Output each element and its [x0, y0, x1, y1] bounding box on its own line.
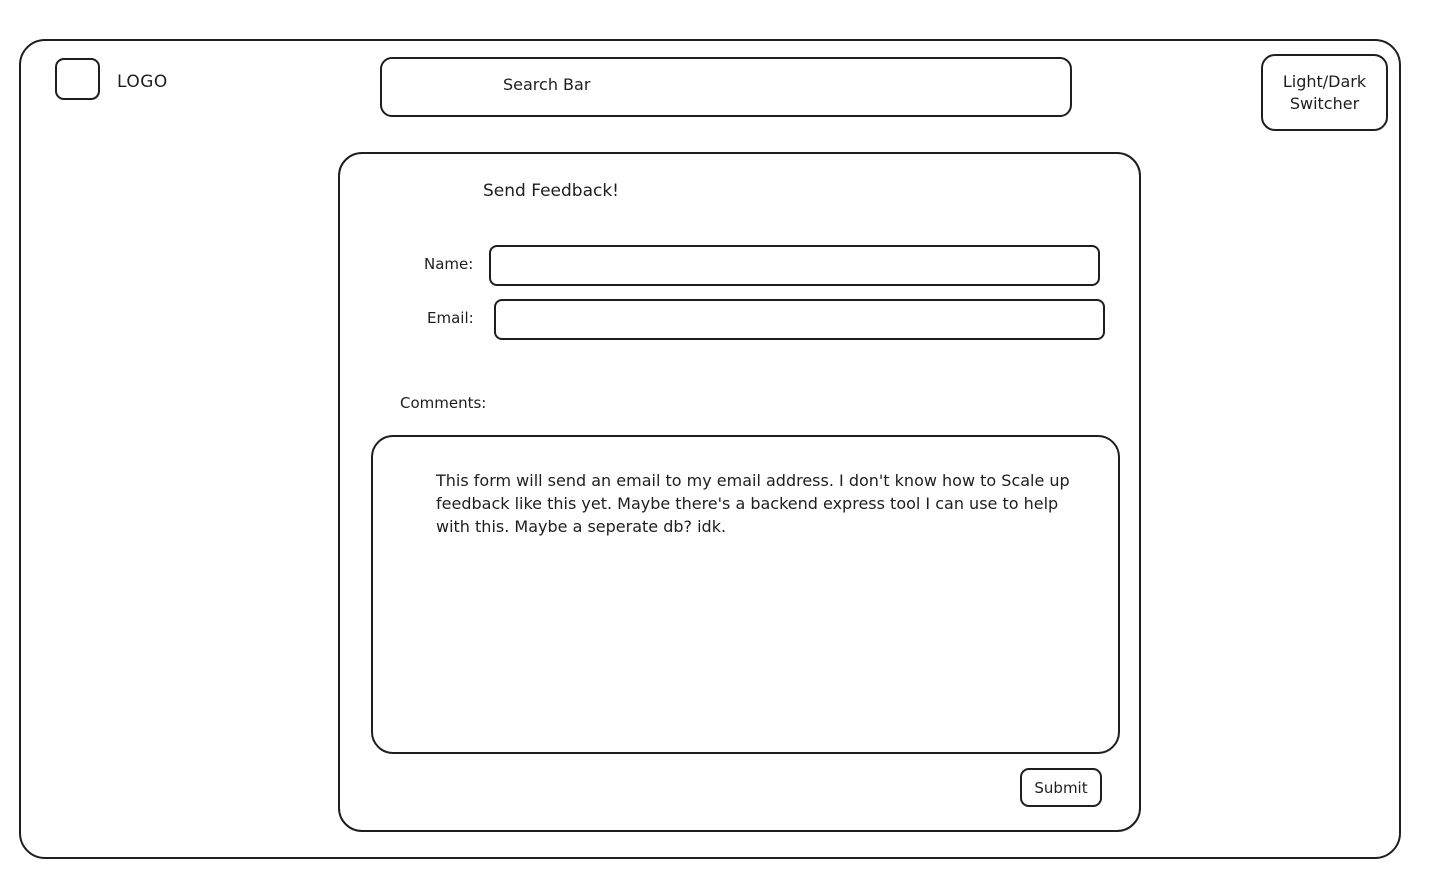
comments-textarea[interactable]: This form will send an email to my email…: [371, 435, 1120, 754]
email-label: Email:: [427, 309, 474, 327]
light-dark-switcher-button[interactable]: Light/Dark Switcher: [1261, 54, 1388, 131]
search-bar[interactable]: Search Bar: [380, 57, 1072, 117]
logo-icon[interactable]: [55, 58, 100, 100]
light-dark-switcher-line-2: Switcher: [1289, 93, 1360, 113]
form-title: Send Feedback!: [483, 181, 619, 201]
light-dark-switcher-line-1: Light/Dark: [1282, 71, 1367, 91]
name-label: Name:: [424, 255, 474, 273]
email-field[interactable]: [494, 299, 1105, 340]
logo-text: LOGO: [117, 72, 168, 92]
name-field[interactable]: [489, 245, 1100, 286]
comments-text: This form will send an email to my email…: [436, 471, 1070, 536]
search-bar-label: Search Bar: [503, 75, 591, 94]
submit-button[interactable]: Submit: [1020, 768, 1102, 807]
comments-label: Comments:: [400, 394, 487, 412]
light-dark-switcher-label: Light/Dark Switcher: [1283, 71, 1366, 115]
